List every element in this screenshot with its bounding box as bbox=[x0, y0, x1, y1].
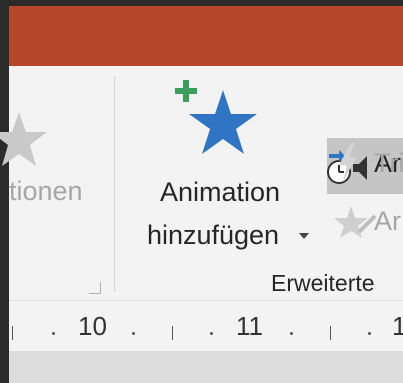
ruler-dot bbox=[368, 332, 371, 335]
ruler-dot bbox=[52, 332, 55, 335]
chevron-down-icon[interactable] bbox=[299, 233, 309, 239]
ruler-tick bbox=[12, 326, 13, 340]
add-animation-line1[interactable]: Animation bbox=[134, 176, 306, 208]
animation-painter-label[interactable]: Ar bbox=[374, 206, 401, 237]
window-left-edge bbox=[0, 0, 9, 383]
title-bar-dark-strip bbox=[9, 0, 403, 6]
dialog-launcher-icon[interactable] bbox=[89, 282, 101, 294]
powerpoint-window: tionen Animation hinzufügen Ar Tri Ar Er… bbox=[0, 0, 403, 383]
group-separator bbox=[114, 76, 115, 292]
animations-gallery-label[interactable]: tionen bbox=[9, 176, 83, 207]
star-plus-icon[interactable] bbox=[175, 80, 265, 158]
ruler-number-12: 1 bbox=[392, 311, 403, 341]
star-brush-icon bbox=[334, 206, 377, 238]
slide-canvas-area bbox=[9, 351, 403, 383]
ruler-number-10: 10 bbox=[78, 311, 107, 341]
add-animation-line2[interactable]: hinzufügen bbox=[128, 219, 298, 251]
trigger-label[interactable]: Tri bbox=[374, 148, 403, 179]
star-icon bbox=[0, 112, 47, 166]
ruler-tick bbox=[172, 326, 173, 340]
lightning-icon bbox=[339, 143, 357, 181]
ruler-dot bbox=[290, 332, 293, 335]
advanced-animation-group-title: Erweiterte bbox=[271, 270, 375, 296]
ribbon: tionen Animation hinzufügen Ar Tri Ar Er… bbox=[0, 66, 403, 300]
title-bar bbox=[9, 0, 403, 66]
ruler-dot bbox=[210, 332, 213, 335]
ruler-dot bbox=[132, 332, 135, 335]
ruler-number-11: 11 bbox=[236, 311, 263, 341]
horizontal-ruler[interactable] bbox=[9, 300, 403, 351]
ruler-tick bbox=[330, 326, 331, 340]
